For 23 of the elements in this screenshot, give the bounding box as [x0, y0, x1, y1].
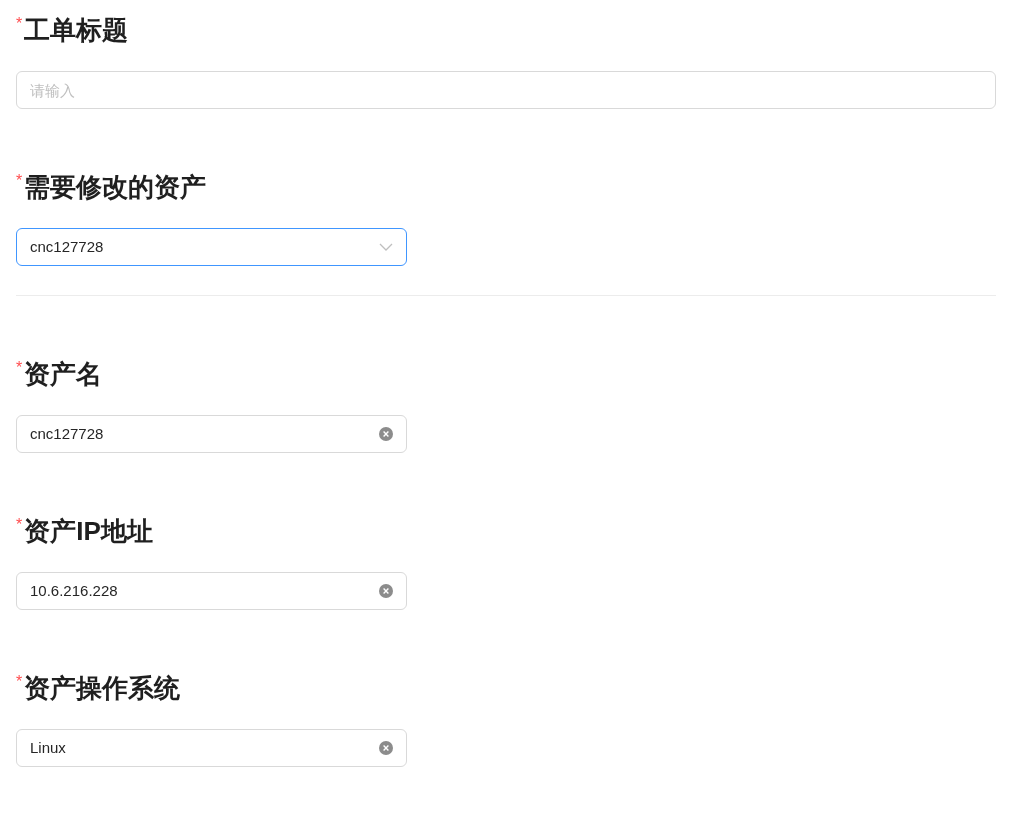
input-value: Linux [30, 737, 66, 758]
field-label: 工单标题 [24, 14, 129, 47]
field-label: 需要修改的资产 [24, 171, 207, 204]
clear-icon[interactable] [379, 427, 393, 441]
required-mark: * [16, 360, 23, 376]
field-label: 资产名 [24, 358, 103, 391]
title-input-field[interactable]: 请输入 [16, 71, 996, 109]
input-field[interactable]: cnc127728 [16, 415, 407, 453]
field-label: 资产IP地址 [24, 515, 153, 548]
chevron-down-icon [379, 243, 393, 251]
input-field[interactable]: 10.6.216.228 [16, 572, 407, 610]
clear-icon[interactable] [379, 584, 393, 598]
select-value: cnc127728 [30, 236, 104, 257]
required-mark: * [16, 173, 23, 189]
clear-icon[interactable] [379, 741, 393, 755]
field-label: 资产操作系统 [24, 672, 181, 705]
input-value: 10.6.216.228 [30, 580, 118, 601]
required-mark: * [16, 517, 23, 533]
asset-select[interactable]: cnc127728 [16, 228, 407, 266]
required-mark: * [16, 674, 23, 690]
input-value: cnc127728 [30, 423, 104, 444]
input-field[interactable]: Linux [16, 729, 407, 767]
required-mark: * [16, 16, 23, 32]
